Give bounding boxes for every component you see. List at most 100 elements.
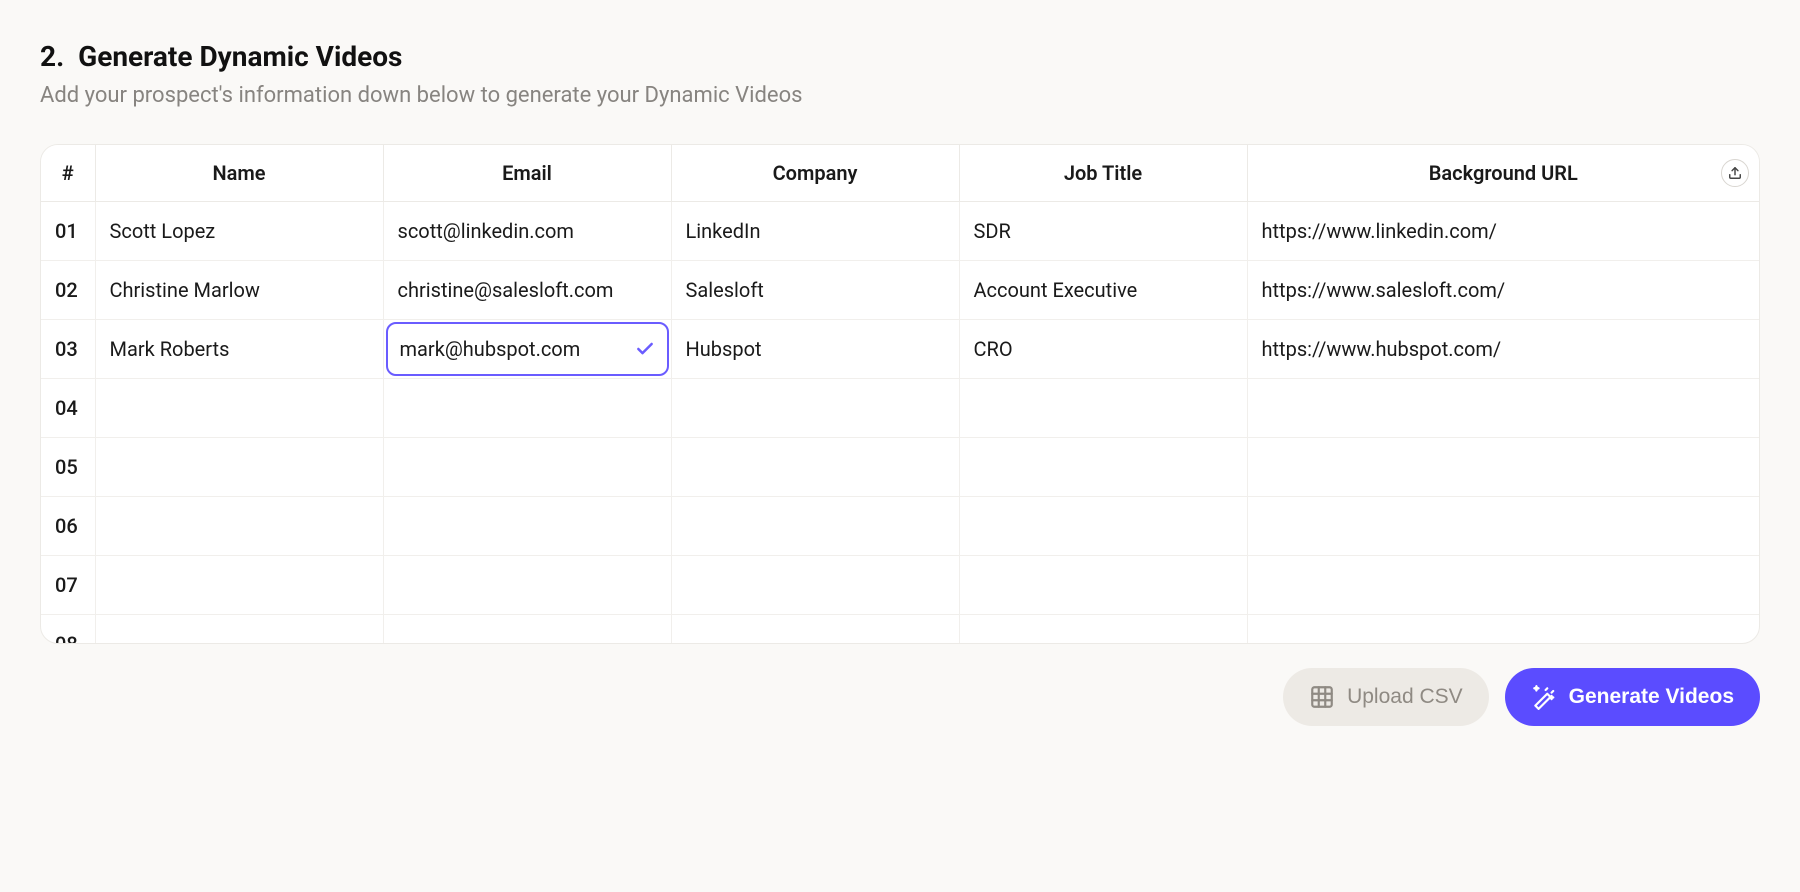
- cell-value: Hubspot: [686, 337, 762, 361]
- cell-company[interactable]: [671, 556, 959, 615]
- col-header-index[interactable]: #: [41, 145, 95, 202]
- cell-email[interactable]: [383, 556, 671, 615]
- cell-name[interactable]: [95, 438, 383, 497]
- cell-index[interactable]: 02: [41, 261, 95, 320]
- table-row: 01 Scott Lopez scott@linkedin.com LinkedIn S…: [41, 202, 1759, 261]
- cell-email[interactable]: [383, 379, 671, 438]
- cell-value: 04: [55, 396, 78, 420]
- cell-background-url[interactable]: [1247, 379, 1759, 438]
- cell-job-title[interactable]: CRO: [959, 320, 1247, 379]
- cell-name[interactable]: [95, 615, 383, 645]
- cell-name[interactable]: Mark Roberts: [95, 320, 383, 379]
- cell-company[interactable]: [671, 379, 959, 438]
- col-header-name[interactable]: Name: [95, 145, 383, 202]
- cell-job-title[interactable]: [959, 556, 1247, 615]
- cell-value: Mark Roberts: [110, 337, 230, 361]
- cell-name[interactable]: [95, 556, 383, 615]
- cell-value: https://www.salesloft.com/: [1262, 278, 1506, 302]
- upload-csv-button[interactable]: Upload CSV: [1283, 668, 1489, 726]
- table-row: 04: [41, 379, 1759, 438]
- cell-index[interactable]: 07: [41, 556, 95, 615]
- cell-value: scott@linkedin.com: [398, 219, 574, 243]
- cell-background-url[interactable]: https://www.linkedin.com/: [1247, 202, 1759, 261]
- cell-value: https://www.hubspot.com/: [1262, 337, 1502, 361]
- table-row: 02 Christine Marlow christine@salesloft.co…: [41, 261, 1759, 320]
- cell-company[interactable]: [671, 497, 959, 556]
- cell-name[interactable]: [95, 379, 383, 438]
- cell-email[interactable]: scott@linkedin.com: [383, 202, 671, 261]
- cell-background-url[interactable]: [1247, 556, 1759, 615]
- prospects-table-container: # Name Email Company Job Title Backgroun…: [40, 144, 1760, 644]
- upload-csv-label: Upload CSV: [1347, 685, 1463, 709]
- magic-wand-icon: [1531, 684, 1557, 710]
- col-header-email[interactable]: Email: [383, 145, 671, 202]
- cell-value: https://www.linkedin.com/: [1262, 219, 1497, 243]
- cell-value: Salesloft: [686, 278, 764, 302]
- cell-background-url[interactable]: https://www.salesloft.com/: [1247, 261, 1759, 320]
- upload-column-button[interactable]: [1721, 159, 1749, 187]
- table-row: 07: [41, 556, 1759, 615]
- cell-value: 08: [55, 632, 78, 644]
- cell-value: 02: [55, 278, 78, 302]
- actions-bar: Upload CSV Generate Videos: [40, 644, 1760, 726]
- step-number: 2.: [40, 40, 64, 73]
- cell-job-title[interactable]: SDR: [959, 202, 1247, 261]
- cell-value: 03: [55, 337, 78, 361]
- cell-background-url[interactable]: [1247, 497, 1759, 556]
- table-row: 03 Mark Roberts mark@hubspot.com Hubspot CRO…: [41, 320, 1759, 379]
- cell-name[interactable]: Christine Marlow: [95, 261, 383, 320]
- table-icon: [1309, 684, 1335, 710]
- col-header-url[interactable]: Background URL: [1247, 145, 1759, 202]
- cell-value: Account Executive: [974, 278, 1138, 302]
- table-row: 08: [41, 615, 1759, 645]
- cell-company[interactable]: Hubspot: [671, 320, 959, 379]
- table-row: 05: [41, 438, 1759, 497]
- col-header-jobtitle[interactable]: Job Title: [959, 145, 1247, 202]
- cell-email[interactable]: [383, 497, 671, 556]
- cell-job-title[interactable]: [959, 438, 1247, 497]
- cell-name[interactable]: [95, 497, 383, 556]
- cell-company[interactable]: [671, 615, 959, 645]
- section-title: 2. Generate Dynamic Videos: [40, 40, 1760, 73]
- step-title: Generate Dynamic Videos: [78, 40, 402, 73]
- cell-value: SDR: [974, 219, 1011, 243]
- cell-company[interactable]: LinkedIn: [671, 202, 959, 261]
- col-header-company[interactable]: Company: [671, 145, 959, 202]
- cell-value: 07: [55, 573, 78, 597]
- cell-name[interactable]: Scott Lopez: [95, 202, 383, 261]
- cell-email[interactable]: [383, 438, 671, 497]
- cell-company[interactable]: [671, 438, 959, 497]
- cell-email[interactable]: christine@salesloft.com: [383, 261, 671, 320]
- cell-job-title[interactable]: Account Executive: [959, 261, 1247, 320]
- upload-icon: [1728, 166, 1742, 180]
- cell-index[interactable]: 04: [41, 379, 95, 438]
- cell-value: christine@salesloft.com: [398, 278, 614, 302]
- col-header-url-label: Background URL: [1429, 161, 1578, 185]
- cell-value: CRO: [974, 337, 1013, 361]
- cell-background-url[interactable]: [1247, 615, 1759, 645]
- generate-videos-label: Generate Videos: [1569, 685, 1734, 709]
- table-row: 06: [41, 497, 1759, 556]
- cell-index[interactable]: 06: [41, 497, 95, 556]
- cell-value: 05: [55, 455, 78, 479]
- cell-value: mark@hubspot.com: [400, 337, 581, 361]
- cell-job-title[interactable]: [959, 379, 1247, 438]
- cell-job-title[interactable]: [959, 615, 1247, 645]
- cell-email[interactable]: mark@hubspot.com: [383, 320, 671, 379]
- prospects-table: # Name Email Company Job Title Backgroun…: [41, 145, 1759, 644]
- cell-background-url[interactable]: [1247, 438, 1759, 497]
- cell-index[interactable]: 08: [41, 615, 95, 645]
- table-header-row: # Name Email Company Job Title Backgroun…: [41, 145, 1759, 202]
- cell-index[interactable]: 03: [41, 320, 95, 379]
- generate-videos-button[interactable]: Generate Videos: [1505, 668, 1760, 726]
- cell-value: Christine Marlow: [110, 278, 260, 302]
- cell-value: 01: [55, 219, 78, 243]
- cell-value: Scott Lopez: [110, 219, 216, 243]
- check-icon: [635, 339, 655, 359]
- cell-email[interactable]: [383, 615, 671, 645]
- cell-index[interactable]: 05: [41, 438, 95, 497]
- cell-index[interactable]: 01: [41, 202, 95, 261]
- cell-background-url[interactable]: https://www.hubspot.com/: [1247, 320, 1759, 379]
- cell-job-title[interactable]: [959, 497, 1247, 556]
- cell-company[interactable]: Salesloft: [671, 261, 959, 320]
